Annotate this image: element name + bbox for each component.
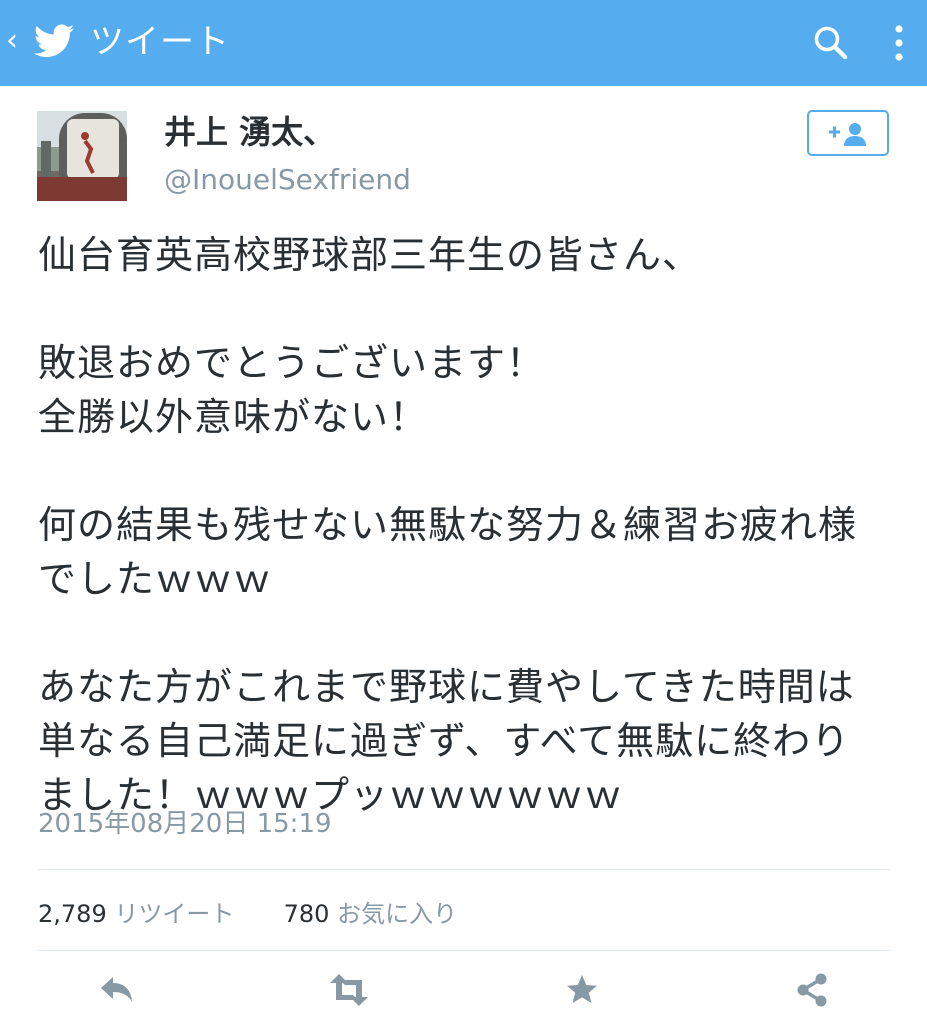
tweet-stats: 2,789 リツイート 780 お気に入り bbox=[38, 896, 457, 932]
divider bbox=[38, 869, 890, 870]
tweet-paragraph: 仙台育英高校野球部三年生の皆さん、 bbox=[38, 233, 702, 277]
tweet-paragraph: 敗退おめでとうございます！ 全勝以外意味がない！ bbox=[38, 341, 546, 439]
share-button[interactable] bbox=[792, 970, 832, 1010]
twitter-bird-icon[interactable] bbox=[34, 23, 74, 59]
follow-button[interactable] bbox=[807, 110, 889, 156]
retweet-button[interactable] bbox=[327, 970, 371, 1010]
app-bar: ‹ ツイート bbox=[0, 0, 927, 86]
search-icon[interactable] bbox=[812, 24, 850, 62]
share-icon bbox=[797, 973, 827, 1007]
back-chevron-icon[interactable]: ‹ bbox=[6, 24, 18, 58]
favorite-label[interactable]: お気に入り bbox=[337, 900, 457, 928]
user-name[interactable]: 井上 湧太、 bbox=[164, 110, 335, 154]
favorite-count[interactable]: 780 bbox=[284, 900, 330, 928]
tweet-text: 仙台育英高校野球部三年生の皆さん、 敗退おめでとうございます！ 全勝以外意味がな… bbox=[38, 228, 908, 822]
add-user-icon bbox=[829, 123, 866, 146]
tweet-paragraph: あなた方がこれまで野球に費やしてきた時間は 単なる自己満足に過ぎず、すべて無駄に… bbox=[38, 665, 855, 817]
retweet-label[interactable]: リツイート bbox=[114, 900, 234, 928]
tweet-timestamp: 2015年08月20日 15:19 bbox=[38, 809, 332, 839]
favorite-button[interactable] bbox=[562, 970, 602, 1010]
reply-icon bbox=[101, 977, 132, 1002]
star-icon bbox=[567, 975, 597, 1003]
divider bbox=[38, 950, 890, 951]
page-title: ツイート bbox=[90, 22, 230, 62]
reply-button[interactable] bbox=[97, 970, 137, 1010]
retweet-count[interactable]: 2,789 bbox=[38, 900, 107, 928]
retweet-icon bbox=[330, 974, 368, 1006]
avatar[interactable] bbox=[37, 111, 127, 201]
user-handle[interactable]: @InouelSexfriend bbox=[164, 160, 411, 200]
more-vertical-icon[interactable] bbox=[889, 22, 909, 64]
tweet-paragraph: 何の結果も残せない無駄な努力＆練習お疲れ様 でしたｗｗｗ bbox=[38, 503, 858, 601]
